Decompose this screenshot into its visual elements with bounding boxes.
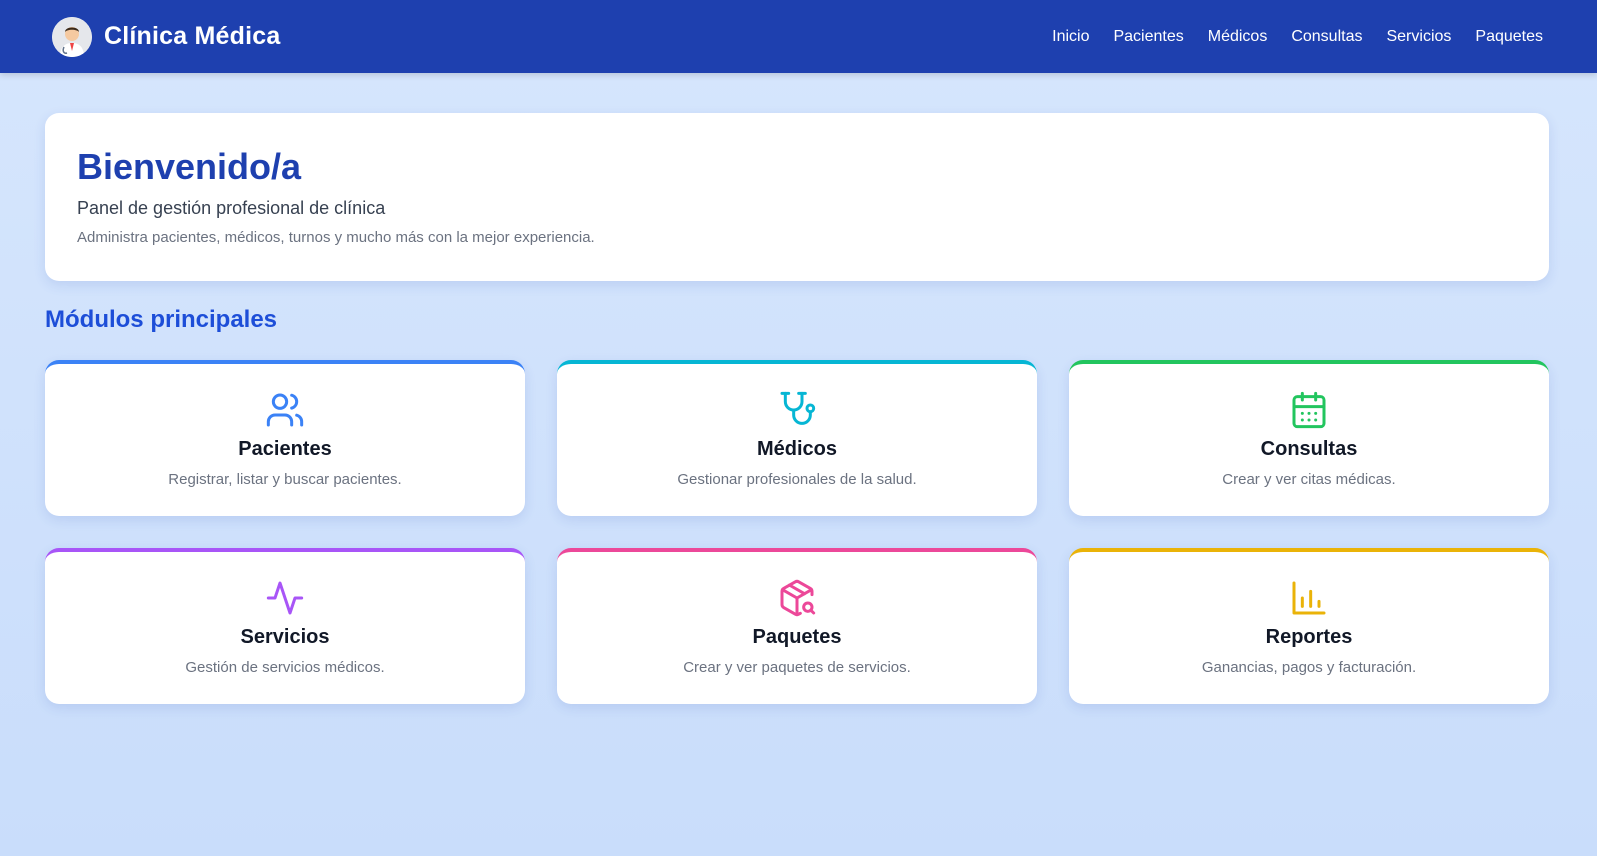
module-card-consultas[interactable]: Consultas Crear y ver citas médicas. xyxy=(1069,360,1549,516)
module-card-pacientes[interactable]: Pacientes Registrar, listar y buscar pac… xyxy=(45,360,525,516)
module-title: Pacientes xyxy=(238,438,332,460)
modules-section-title: Módulos principales xyxy=(45,306,278,333)
module-title: Servicios xyxy=(240,626,330,648)
welcome-title: Bienvenido/a xyxy=(77,146,302,187)
main-nav: Inicio Pacientes Médicos Consultas Servi… xyxy=(1052,28,1543,46)
module-card-paquetes[interactable]: Paquetes Crear y ver paquetes de servici… xyxy=(557,548,1037,704)
activity-icon xyxy=(265,578,305,618)
top-navbar: Clínica Médica Inicio Pacientes Médicos … xyxy=(0,0,1597,73)
doctor-avatar-icon xyxy=(52,16,92,57)
module-description: Crear y ver citas médicas. xyxy=(1222,471,1396,488)
users-icon xyxy=(265,390,305,430)
nav-link-medicos[interactable]: Médicos xyxy=(1208,28,1268,46)
package-search-icon xyxy=(777,578,817,618)
stethoscope-icon xyxy=(777,390,817,430)
module-description: Registrar, listar y buscar pacientes. xyxy=(168,471,402,488)
module-description: Ganancias, pagos y facturación. xyxy=(1201,659,1417,676)
nav-link-inicio[interactable]: Inicio xyxy=(1052,28,1089,46)
calendar-icon xyxy=(1289,390,1329,430)
module-title: Paquetes xyxy=(752,626,842,648)
welcome-description: Administra pacientes, médicos, turnos y … xyxy=(77,229,595,246)
module-description: Gestión de servicios médicos. xyxy=(185,659,385,676)
nav-link-paquetes[interactable]: Paquetes xyxy=(1475,28,1543,46)
module-card-servicios[interactable]: Servicios Gestión de servicios médicos. xyxy=(45,548,525,704)
module-title: Reportes xyxy=(1265,626,1353,648)
nav-link-consultas[interactable]: Consultas xyxy=(1291,28,1362,46)
welcome-panel: Bienvenido/a Panel de gestión profesiona… xyxy=(45,113,1549,281)
module-card-medicos[interactable]: Médicos Gestionar profesionales de la sa… xyxy=(557,360,1037,516)
module-title: Consultas xyxy=(1260,438,1358,460)
module-description: Gestionar profesionales de la salud. xyxy=(677,471,917,488)
module-description: Crear y ver paquetes de servicios. xyxy=(683,659,911,676)
module-card-reportes[interactable]: Reportes Ganancias, pagos y facturación. xyxy=(1069,548,1549,704)
module-title: Médicos xyxy=(756,438,838,460)
welcome-subtitle: Panel de gestión profesional de clínica xyxy=(77,198,386,218)
nav-link-pacientes[interactable]: Pacientes xyxy=(1113,28,1183,46)
brand-title: Clínica Médica xyxy=(104,22,281,50)
brand[interactable]: Clínica Médica xyxy=(52,16,281,57)
bar-chart-icon xyxy=(1289,578,1329,618)
nav-link-servicios[interactable]: Servicios xyxy=(1386,28,1451,46)
